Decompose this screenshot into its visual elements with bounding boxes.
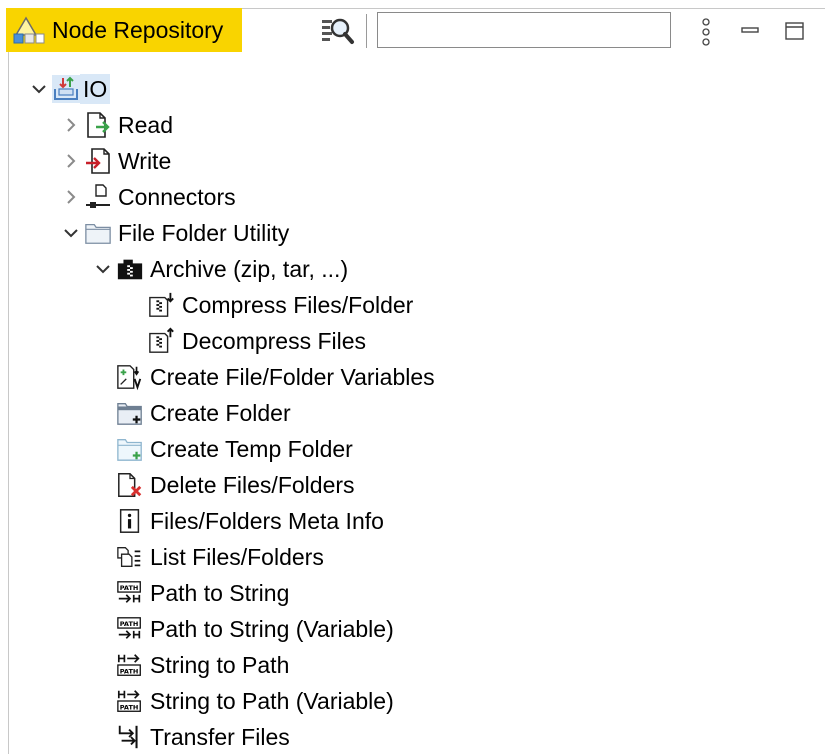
maximize-icon xyxy=(782,18,808,44)
tree-item[interactable]: Create File/Folder Variables xyxy=(92,360,435,394)
tree-item[interactable]: PATH String to Path xyxy=(92,648,289,682)
tree-item-label: Create Temp Folder xyxy=(150,436,353,462)
tree-item-label: String to Path (Variable) xyxy=(150,688,394,714)
view-menu-icon xyxy=(701,17,711,47)
string-to-path-icon: PATH xyxy=(116,687,144,715)
file-variables-icon xyxy=(116,363,144,391)
search-button[interactable] xyxy=(316,12,358,50)
expand-chevron-icon[interactable] xyxy=(60,186,82,208)
string-to-path-icon: PATH xyxy=(116,651,144,679)
tree-item-label: Decompress Files xyxy=(182,328,367,354)
tree-item-label: Path to String (Variable) xyxy=(150,616,394,642)
tree-item[interactable]: List Files/Folders xyxy=(92,540,324,574)
tree-item-label: Connectors xyxy=(118,184,236,210)
svg-text:PATH: PATH xyxy=(120,584,139,592)
info-icon xyxy=(116,507,144,535)
tree-item[interactable]: Transfer Files xyxy=(92,720,290,754)
tree-item[interactable]: PATH String to Path (Variable) xyxy=(92,684,394,718)
tree-item[interactable]: File Folder Utility xyxy=(60,216,289,250)
toolbar-separator xyxy=(366,14,367,48)
read-icon xyxy=(84,111,112,139)
collapse-chevron-icon[interactable] xyxy=(92,258,114,280)
tree-item-label: File Folder Utility xyxy=(118,220,290,246)
tree-item-label: Create File/Folder Variables xyxy=(150,364,435,390)
expand-chevron-icon[interactable] xyxy=(60,150,82,172)
minimize-icon xyxy=(738,18,764,44)
tree-item-label: Read xyxy=(118,112,173,138)
tree-item[interactable]: Files/Folders Meta Info xyxy=(92,504,384,538)
io-category-icon xyxy=(52,75,80,103)
tree-item-label: Transfer Files xyxy=(150,724,290,750)
transfer-files-icon xyxy=(116,723,144,751)
view-title: Node Repository xyxy=(52,16,224,43)
tree-item-label: List Files/Folders xyxy=(150,544,324,570)
tree-item[interactable]: Archive (zip, tar, ...) xyxy=(92,252,348,286)
svg-text:PATH: PATH xyxy=(120,703,139,711)
tree-item[interactable]: Create Folder xyxy=(92,396,291,430)
tree-item-label: Files/Folders Meta Info xyxy=(150,508,384,534)
tree-item-label: String to Path xyxy=(150,652,290,678)
svg-text:PATH: PATH xyxy=(120,667,139,675)
search-icon xyxy=(318,14,356,48)
create-folder-icon xyxy=(116,399,144,427)
connectors-icon xyxy=(84,183,112,211)
collapse-chevron-icon[interactable] xyxy=(60,222,82,244)
folder-icon xyxy=(84,219,112,247)
tree-item-label: IO xyxy=(80,74,111,104)
tree-item[interactable]: Connectors xyxy=(60,180,236,214)
tree-item[interactable]: Compress Files/Folder xyxy=(124,288,413,322)
tree-item-label: Compress Files/Folder xyxy=(182,292,414,318)
tree-item-label: Path to String xyxy=(150,580,290,606)
tree-item-label: Archive (zip, tar, ...) xyxy=(150,256,349,282)
decompress-icon xyxy=(148,327,176,355)
maximize-button[interactable] xyxy=(782,18,808,44)
node-repository-tab[interactable]: Node Repository xyxy=(6,8,242,52)
tree-item[interactable]: Write xyxy=(60,144,171,178)
path-to-string-icon: PATH xyxy=(116,615,144,643)
view-menu-button[interactable] xyxy=(694,12,718,52)
path-to-string-icon: PATH xyxy=(116,579,144,607)
tree-item-label: Write xyxy=(118,148,172,174)
tree-item[interactable]: Delete Files/Folders xyxy=(92,468,355,502)
expand-chevron-icon[interactable] xyxy=(60,114,82,136)
tree-item[interactable]: Decompress Files xyxy=(124,324,366,358)
temp-folder-icon xyxy=(116,435,144,463)
delete-file-icon xyxy=(116,471,144,499)
tree-item-label: Delete Files/Folders xyxy=(150,472,355,498)
collapse-chevron-icon[interactable] xyxy=(28,78,50,100)
tree-item[interactable]: PATH Path to String (Variable) xyxy=(92,612,394,646)
write-icon xyxy=(84,147,112,175)
list-files-icon xyxy=(116,543,144,571)
minimize-button[interactable] xyxy=(738,18,764,44)
tree-item[interactable]: Create Temp Folder xyxy=(92,432,353,466)
archive-icon xyxy=(116,255,144,283)
compress-icon xyxy=(148,291,176,319)
node-repository-icon xyxy=(12,15,46,45)
tree-item[interactable]: PATH Path to String xyxy=(92,576,289,610)
tree-item-label: Create Folder xyxy=(150,400,291,426)
search-input[interactable] xyxy=(377,12,671,48)
svg-text:PATH: PATH xyxy=(120,620,139,628)
tree-item[interactable]: IO xyxy=(28,72,111,106)
tree-item[interactable]: Read xyxy=(60,108,173,142)
